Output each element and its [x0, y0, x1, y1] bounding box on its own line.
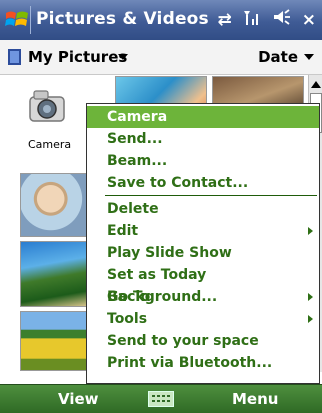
chevron-right-icon	[308, 227, 313, 235]
keyboard-icon[interactable]	[148, 391, 174, 407]
status-area: ⇄ ×	[218, 7, 316, 33]
softkey-bar: View Menu	[0, 384, 322, 413]
folder-icon	[8, 49, 21, 65]
data-sync-icon[interactable]: ⇄	[218, 9, 232, 31]
photo-thumbnail[interactable]	[20, 241, 88, 307]
close-button[interactable]: ×	[302, 9, 316, 31]
menu-item-beam[interactable]: Beam...	[87, 150, 319, 172]
camera-label: Camera	[28, 138, 72, 151]
photo-thumbnail[interactable]	[20, 173, 88, 237]
window-title: Pictures & Videos	[36, 9, 209, 29]
folder-dropdown[interactable]: My Pictures	[28, 48, 127, 66]
speaker-icon[interactable]	[272, 7, 292, 33]
photo-thumbnail[interactable]	[20, 311, 88, 371]
menu-item-label: Edit	[107, 223, 139, 239]
menu-item-set-background[interactable]: Set as Today Background...	[87, 264, 319, 305]
menu-item-delete[interactable]: Delete	[87, 198, 319, 220]
context-menu: Camera Send... Beam... Save to Contact..…	[86, 103, 320, 384]
menu-item-print-bluetooth[interactable]: Print via Bluetooth...	[87, 352, 319, 374]
scroll-up-icon[interactable]	[311, 81, 321, 88]
right-softkey[interactable]: Menu	[232, 390, 278, 408]
menu-item-edit[interactable]: Edit	[87, 220, 319, 242]
chevron-right-icon	[308, 293, 313, 301]
menu-item-send-to-space[interactable]: Send to your space	[87, 330, 319, 352]
camera-icon	[29, 90, 65, 122]
menu-item-send[interactable]: Send...	[87, 128, 319, 150]
menu-item-label: Go To	[107, 289, 151, 305]
camera-tile[interactable]: Camera	[18, 83, 74, 151]
chevron-right-icon	[308, 315, 313, 323]
windows-start-icon[interactable]	[4, 7, 30, 33]
menu-item-camera[interactable]: Camera	[87, 106, 319, 128]
menu-item-label: Tools	[107, 311, 148, 327]
menu-item-tools[interactable]: Tools	[87, 308, 319, 330]
menu-item-save-to-contact[interactable]: Save to Contact...	[87, 172, 319, 194]
menu-item-play-slide-show[interactable]: Play Slide Show	[87, 242, 319, 264]
sort-dropdown[interactable]: Date	[258, 48, 298, 66]
folder-bar: My Pictures Date	[0, 40, 322, 75]
chevron-down-icon[interactable]	[304, 54, 314, 60]
chevron-down-icon[interactable]	[118, 54, 128, 60]
title-separator	[30, 6, 31, 34]
menu-separator	[105, 195, 317, 196]
signal-strength-icon[interactable]	[242, 7, 262, 33]
title-bar: Pictures & Videos ⇄ ×	[0, 0, 322, 40]
left-softkey[interactable]: View	[58, 390, 99, 408]
menu-item-go-to[interactable]: Go To	[87, 286, 319, 308]
